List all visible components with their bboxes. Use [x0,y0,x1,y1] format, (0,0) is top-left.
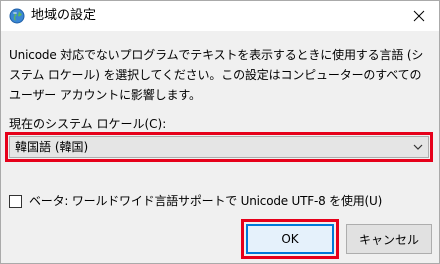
dialog-body: Unicode 対応でないプログラムでテキストを表示するときに使用する言語 (シ… [1,31,439,263]
region-settings-dialog: 地域の設定 Unicode 対応でないプログラムでテキストを表示するときに使用す… [0,0,440,264]
ok-button[interactable]: OK [241,219,339,259]
chevron-down-icon [413,144,423,150]
cancel-button[interactable]: キャンセル [346,224,432,254]
utf8-beta-checkbox[interactable] [9,194,22,208]
title-bar: 地域の設定 [1,1,439,31]
utf8-beta-label: ベータ: ワールドワイド言語サポートで Unicode UTF-8 を使用(U) [29,194,383,208]
globe-icon [9,8,25,24]
close-icon [413,10,425,22]
close-button[interactable] [399,1,439,31]
system-locale-selected-value: 韓国語 (韓国) [15,140,89,154]
dialog-title: 地域の設定 [31,8,97,23]
utf8-beta-option[interactable]: ベータ: ワールドワイド言語サポートで Unicode UTF-8 を使用(U) [9,193,382,209]
system-locale-dropdown[interactable]: 韓国語 (韓国) [5,132,433,162]
description-text: Unicode 対応でないプログラムでテキストを表示するときに使用する言語 (シ… [9,48,424,102]
system-locale-label: 現在のシステム ロケール(C): [9,117,167,131]
